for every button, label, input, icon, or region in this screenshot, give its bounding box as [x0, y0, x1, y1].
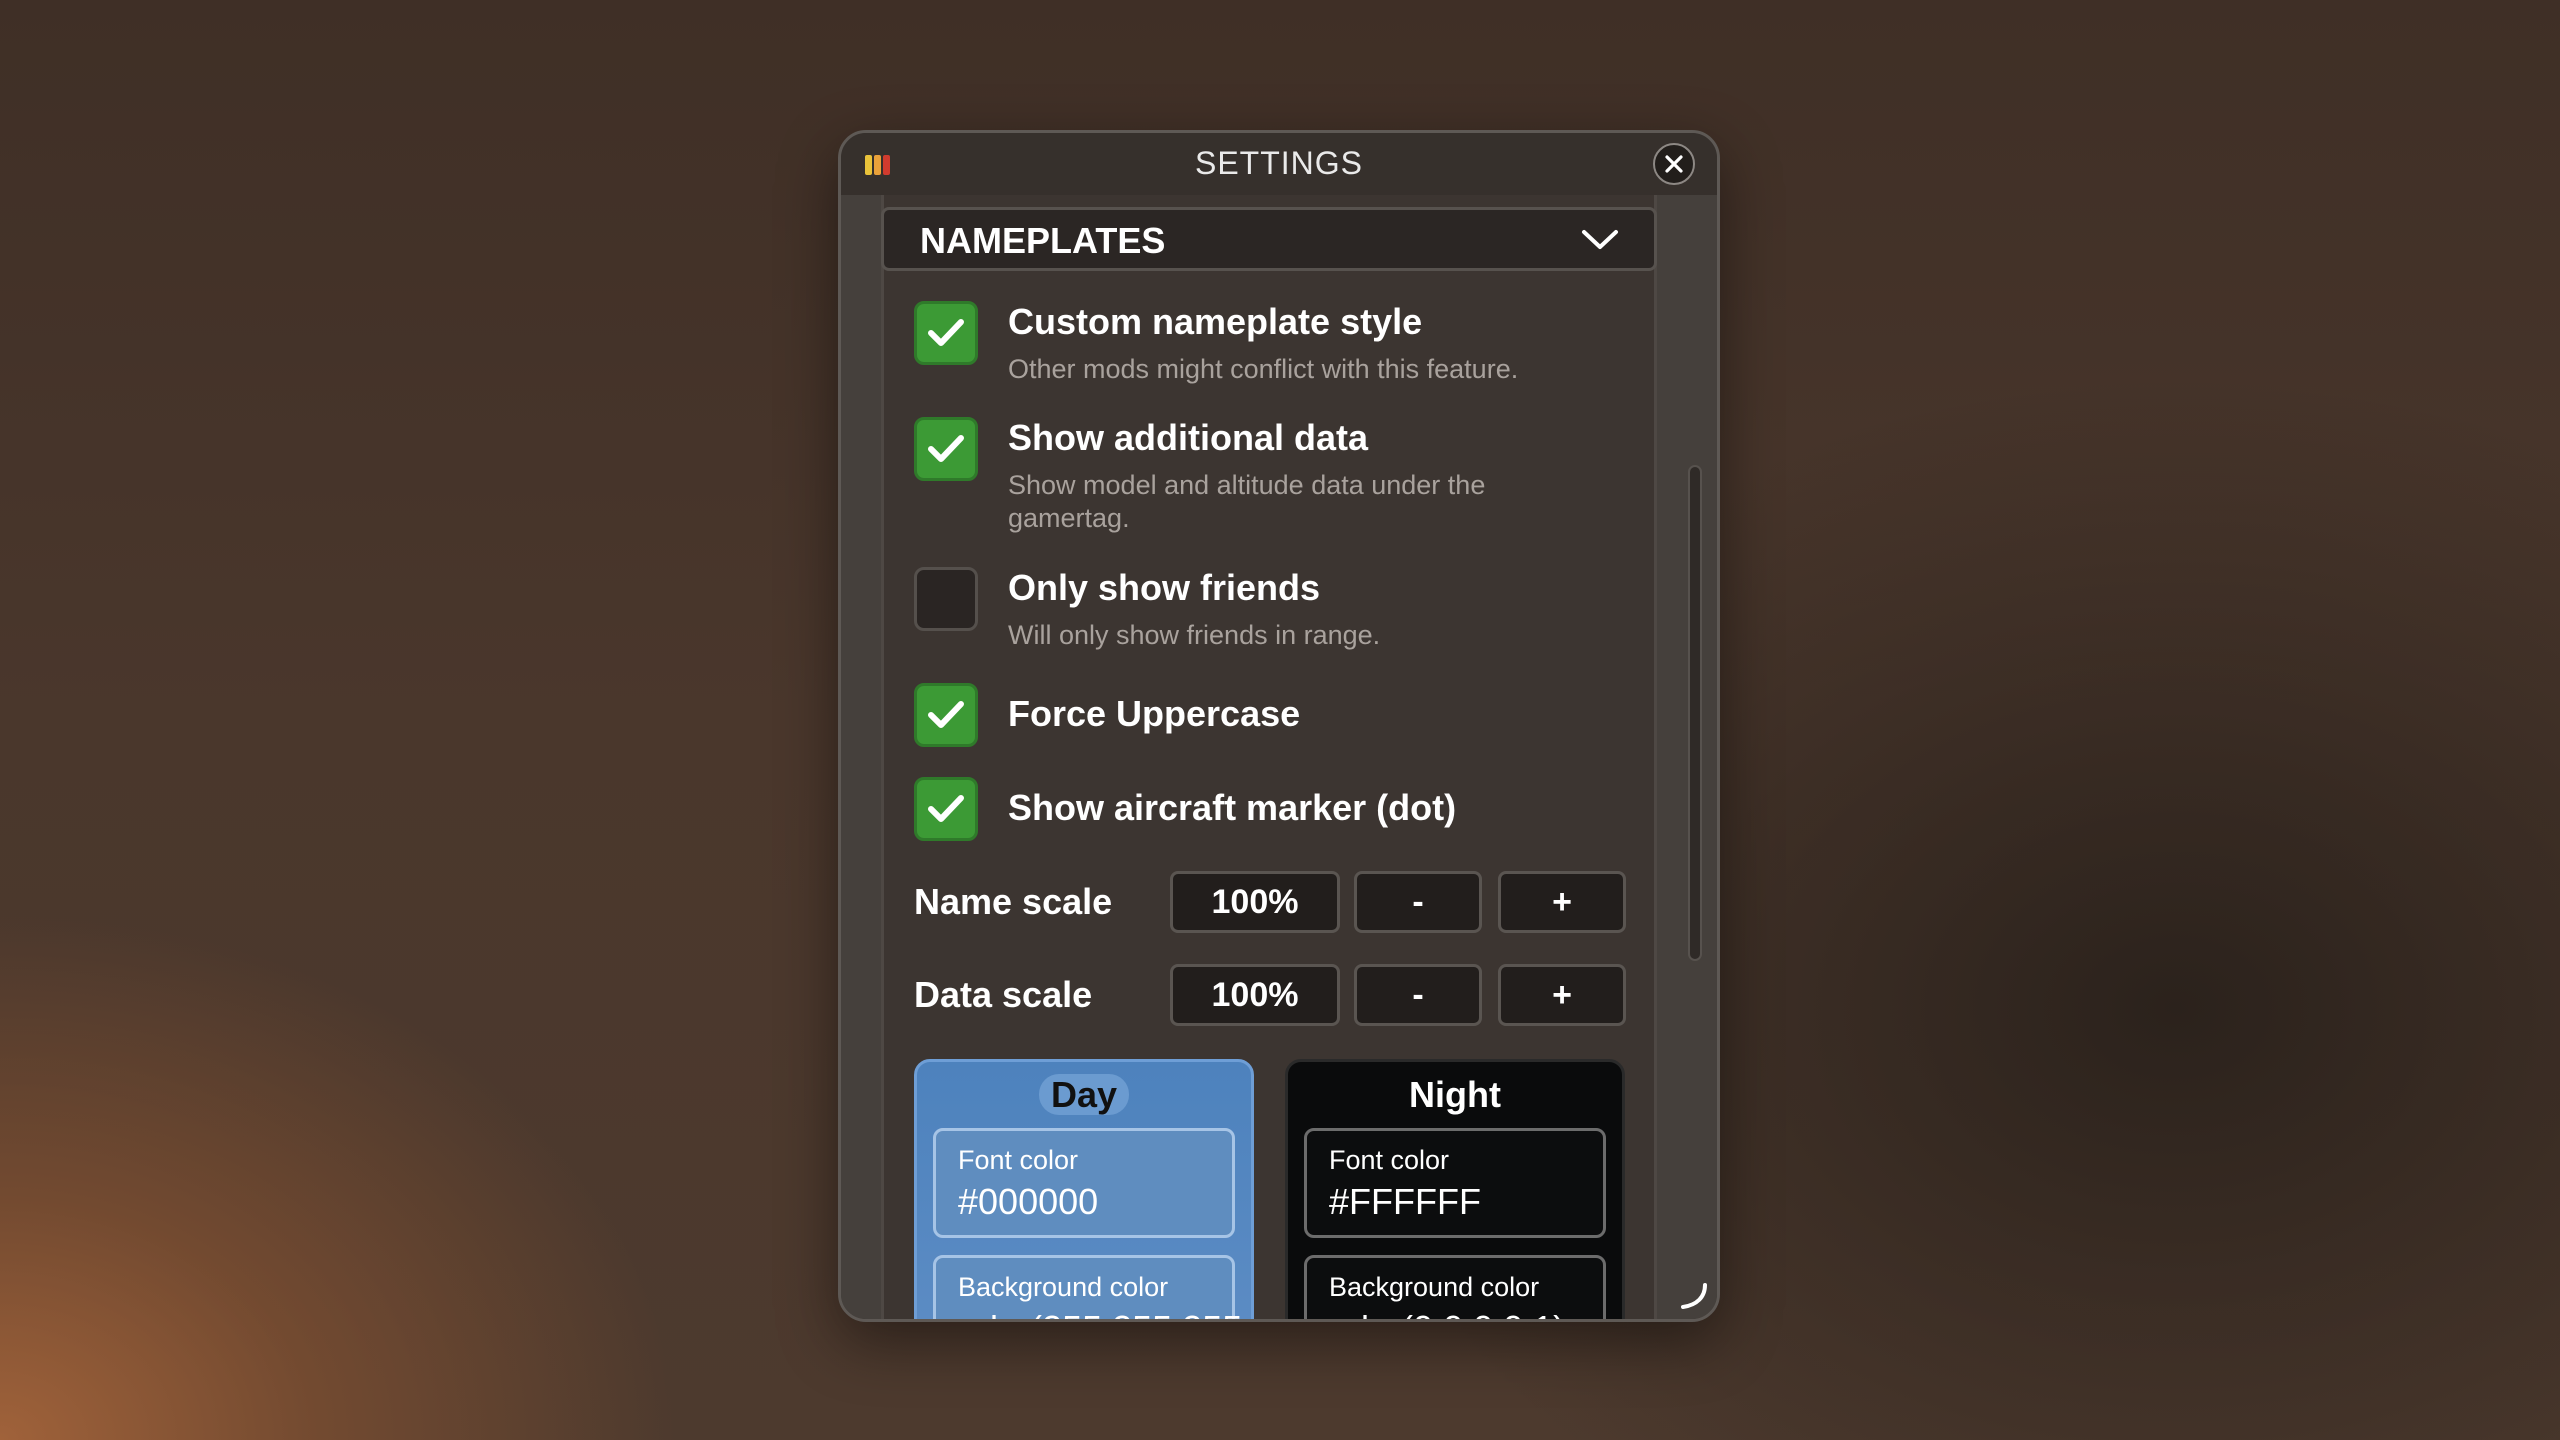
checkmark-icon	[928, 435, 964, 462]
chevron-down-icon	[1582, 230, 1618, 249]
vertical-scrollbar[interactable]	[1688, 465, 1702, 961]
day-background-color-value: rgba(255,255,255	[958, 1308, 1242, 1319]
option-label: Show additional data	[1008, 417, 1369, 458]
checkmark-icon	[928, 795, 964, 822]
name-scale-row: Name scale 100% - +	[914, 871, 1630, 933]
day-font-color-label: Font color	[958, 1145, 1079, 1175]
nameplates-section-header[interactable]: NAMEPLATES	[881, 207, 1657, 271]
night-font-color-field[interactable]: Font color #FFFFFF	[1304, 1128, 1606, 1238]
settings-window: SETTINGS NAMEPLATES Custom nameplate sty…	[838, 130, 1720, 1322]
checkmark-icon	[928, 701, 964, 728]
day-theme-title: Day	[917, 1074, 1251, 1116]
option-description: Show model and altitude data under the g…	[1008, 470, 1486, 533]
night-background-color-value: rgba(0,0,0,0.1)	[1329, 1308, 1565, 1319]
checkbox-show-aircraft-marker[interactable]	[914, 777, 978, 841]
data-scale-label: Data scale	[914, 974, 1093, 1015]
window-title: SETTINGS	[1194, 145, 1363, 181]
data-scale-decrease-button[interactable]: -	[1354, 964, 1482, 1026]
night-font-color-value: #FFFFFF	[1329, 1181, 1481, 1222]
checkbox-only-show-friends[interactable]	[914, 567, 978, 631]
close-button[interactable]	[1653, 143, 1695, 185]
title-bar[interactable]: SETTINGS	[841, 133, 1717, 195]
day-font-color-field[interactable]: Font color #000000	[933, 1128, 1235, 1238]
data-scale-increase-button[interactable]: +	[1498, 964, 1626, 1026]
night-theme-card: Night Font color #FFFFFF Background colo…	[1285, 1059, 1625, 1319]
name-scale-increase-button[interactable]: +	[1498, 871, 1626, 933]
section-title: NAMEPLATES	[920, 220, 1166, 261]
night-background-color-field[interactable]: Background color rgba(0,0,0,0.1)	[1304, 1255, 1606, 1319]
option-label: Show aircraft marker (dot)	[1008, 787, 1457, 828]
checkbox-show-additional-data[interactable]	[914, 417, 978, 481]
checkmark-icon	[928, 319, 964, 346]
resize-handle-icon[interactable]	[1679, 1281, 1709, 1311]
night-theme-title: Night	[1409, 1074, 1501, 1115]
close-icon	[1665, 155, 1683, 173]
checkbox-force-uppercase[interactable]	[914, 683, 978, 747]
day-background-color-label: Background color	[958, 1272, 1169, 1302]
night-font-color-label: Font color	[1329, 1145, 1450, 1175]
settings-scroll-area: NAMEPLATES Custom nameplate style Other …	[841, 195, 1717, 1319]
option-label: Only show friends	[1008, 567, 1321, 608]
name-scale-value: 100%	[1170, 871, 1340, 933]
day-theme-title-text: Day	[1038, 1074, 1130, 1115]
checkbox-custom-nameplate-style[interactable]	[914, 301, 978, 365]
nameplates-section: NAMEPLATES Custom nameplate style Other …	[881, 195, 1657, 1319]
night-background-color-label: Background color	[1329, 1272, 1540, 1302]
day-background-color-field[interactable]: Background color rgba(255,255,255	[933, 1255, 1242, 1319]
day-theme-card: Day Font color #000000 Background color …	[914, 1059, 1254, 1319]
option-description: Will only show friends in range.	[1008, 620, 1381, 650]
name-scale-decrease-button[interactable]: -	[1354, 871, 1482, 933]
option-label: Custom nameplate style	[1008, 301, 1423, 342]
data-scale-row: Data scale 100% - +	[914, 964, 1630, 1026]
option-description: Other mods might conflict with this feat…	[1008, 354, 1519, 384]
day-font-color-value: #000000	[958, 1181, 1099, 1222]
data-scale-value: 100%	[1170, 964, 1340, 1026]
name-scale-label: Name scale	[914, 881, 1113, 922]
option-label: Force Uppercase	[1008, 693, 1301, 734]
